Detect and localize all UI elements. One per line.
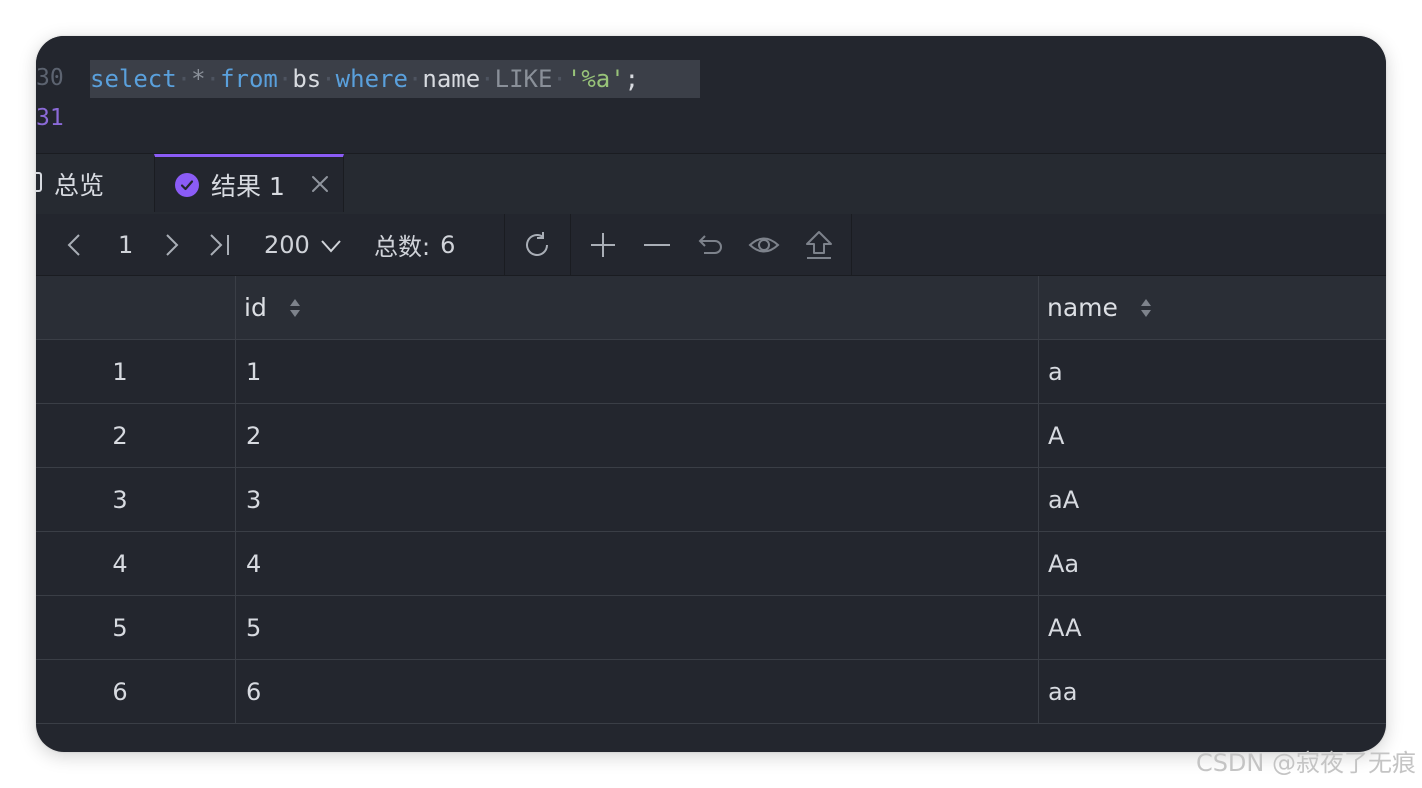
- column-divider[interactable]: [235, 276, 236, 724]
- cell-id[interactable]: 6: [246, 660, 261, 723]
- code-star: *: [191, 65, 206, 93]
- keyword-like: LIKE: [494, 65, 553, 93]
- cell-id[interactable]: 5: [246, 596, 261, 659]
- table-row[interactable]: 2 2 A: [36, 404, 1386, 468]
- tab-result-1[interactable]: 结果 1: [154, 154, 344, 212]
- overview-icon: [36, 170, 44, 199]
- line-number-30: 30: [36, 65, 64, 91]
- refresh-icon[interactable]: [522, 214, 552, 275]
- watermark: CSDN @寂夜了无痕: [1195, 749, 1416, 777]
- grid-header: id name: [36, 276, 1386, 340]
- code-column: name: [422, 65, 481, 93]
- check-icon: [175, 172, 199, 197]
- code-pattern: '%a': [566, 65, 625, 93]
- column-header-name[interactable]: name: [1047, 276, 1152, 339]
- page-size-value: 200: [264, 230, 310, 259]
- cell-id[interactable]: 1: [246, 340, 261, 403]
- row-number: 4: [112, 549, 128, 578]
- column-header-id[interactable]: id: [244, 276, 301, 339]
- undo-icon[interactable]: [696, 214, 726, 275]
- keyword-from: from: [220, 65, 278, 93]
- next-page-icon[interactable]: [164, 214, 180, 275]
- row-number: 1: [112, 357, 128, 386]
- cell-name[interactable]: Aa: [1048, 532, 1079, 595]
- current-page: 1: [118, 230, 134, 259]
- result-toolbar: 1 200 总数: 6: [36, 214, 1386, 276]
- column-divider[interactable]: [1038, 276, 1039, 724]
- cell-id[interactable]: 4: [246, 532, 261, 595]
- table-row[interactable]: 3 3 aA: [36, 468, 1386, 532]
- row-number: 6: [112, 677, 128, 706]
- code-terminator: ;: [624, 65, 640, 93]
- code-table: bs: [292, 65, 322, 93]
- table-row[interactable]: 5 5 AA: [36, 596, 1386, 660]
- line-number-31: 31: [36, 105, 64, 131]
- delete-row-icon[interactable]: [642, 214, 672, 275]
- line-number: ·: [44, 36, 58, 50]
- cell-name[interactable]: A: [1048, 404, 1064, 467]
- sql-editor[interactable]: · 30 31 select·*·from·bs·where·name·LIKE…: [36, 36, 1386, 153]
- upload-icon[interactable]: [804, 214, 834, 275]
- keyword-select: select: [90, 65, 177, 93]
- sort-icon[interactable]: [1140, 296, 1152, 320]
- row-number: 2: [112, 421, 128, 450]
- column-header-label: name: [1047, 293, 1118, 322]
- prev-page-icon[interactable]: [66, 214, 82, 275]
- toolbar-divider: [504, 214, 505, 275]
- toolbar-divider: [570, 214, 571, 275]
- chevron-down-icon: [320, 231, 342, 259]
- tab-overview-label: 总览: [54, 171, 105, 200]
- app-window: · 30 31 select·*·from·bs·where·name·LIKE…: [36, 36, 1386, 752]
- cell-name[interactable]: AA: [1048, 596, 1082, 659]
- total-label: 总数:: [374, 233, 431, 261]
- tab-overview[interactable]: 总览: [36, 154, 104, 214]
- tab-result-label: 结果 1: [211, 171, 285, 201]
- sort-icon[interactable]: [289, 296, 301, 320]
- code-line-selected[interactable]: select·*·from·bs·where·name·LIKE·'%a';: [90, 60, 700, 98]
- result-tabbar: 总览 结果 1: [36, 153, 1386, 215]
- keyword-where: where: [335, 65, 408, 93]
- toolbar-divider: [851, 214, 852, 275]
- cell-id[interactable]: 3: [246, 468, 261, 531]
- page-size-select[interactable]: 200: [264, 214, 342, 275]
- column-header-label: id: [244, 293, 267, 322]
- table-row[interactable]: 4 4 Aa: [36, 532, 1386, 596]
- eye-icon[interactable]: [748, 214, 780, 275]
- table-row[interactable]: 6 6 aa: [36, 660, 1386, 724]
- cell-name[interactable]: aA: [1048, 468, 1079, 531]
- last-page-icon[interactable]: [208, 214, 232, 275]
- row-number: 5: [112, 613, 128, 642]
- close-icon[interactable]: [311, 170, 329, 200]
- total-count: 总数: 6: [374, 214, 455, 275]
- add-row-icon[interactable]: [588, 214, 618, 275]
- table-row[interactable]: 1 1 a: [36, 340, 1386, 404]
- cell-id[interactable]: 2: [246, 404, 261, 467]
- row-number: 3: [112, 485, 128, 514]
- cell-name[interactable]: aa: [1048, 660, 1077, 723]
- cell-name[interactable]: a: [1048, 340, 1063, 403]
- total-value: 6: [440, 230, 456, 259]
